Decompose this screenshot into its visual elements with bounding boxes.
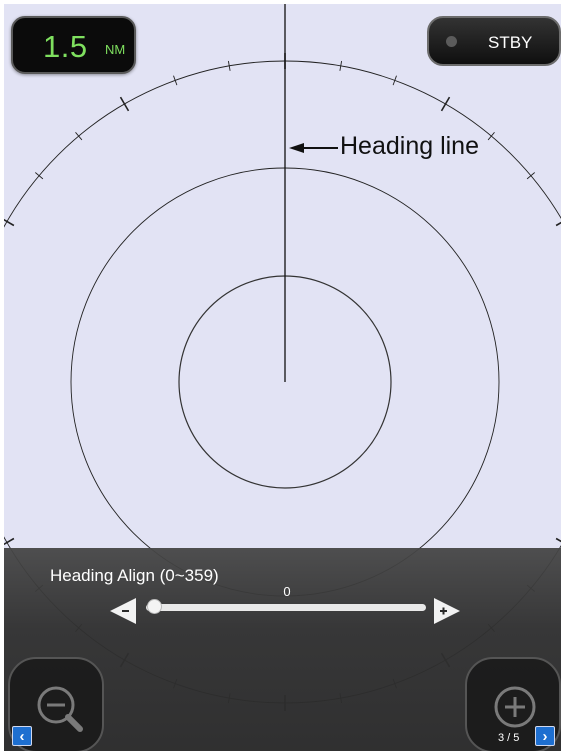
- increase-button[interactable]: [432, 596, 462, 626]
- page-indicator: 3 / 5: [498, 732, 520, 744]
- bearing-tick: [119, 96, 130, 112]
- callout-arrow-icon: [289, 143, 338, 153]
- bearing-tick: [75, 132, 83, 141]
- range-unit: NM: [105, 42, 126, 57]
- left-arrow-minus-icon: [110, 598, 136, 624]
- chevron-right-icon: ›: [542, 728, 548, 745]
- slider-thumb[interactable]: [147, 599, 162, 614]
- bearing-tick: [555, 221, 561, 227]
- right-arrow-plus-icon: [434, 598, 460, 624]
- prev-page-button[interactable]: ‹: [12, 726, 32, 746]
- bearing-tick: [440, 96, 451, 112]
- standby-label: STBY: [488, 33, 533, 52]
- bearing-tick: [526, 172, 535, 180]
- bearing-tick: [487, 132, 495, 141]
- heading-line-label: Heading line: [338, 132, 481, 161]
- heading-align-slider[interactable]: [146, 604, 426, 611]
- heading-align-title: Heading Align (0~359): [50, 566, 219, 585]
- heading-align-value: 0: [283, 584, 291, 599]
- range-value: 1.5: [43, 29, 88, 64]
- decrease-button[interactable]: [108, 596, 138, 626]
- bearing-tick: [35, 172, 44, 180]
- radar-screen: Heading line 1.5 NM STBY Heading Align (…: [4, 4, 561, 751]
- chevron-left-icon: ‹: [19, 728, 25, 745]
- status-indicator-icon: [446, 36, 457, 47]
- bearing-tick: [555, 537, 561, 543]
- next-page-button[interactable]: ›: [535, 726, 555, 746]
- zoom-out-icon: [37, 686, 83, 732]
- standby-button[interactable]: STBY: [427, 16, 561, 66]
- range-display[interactable]: 1.5 NM: [11, 16, 136, 74]
